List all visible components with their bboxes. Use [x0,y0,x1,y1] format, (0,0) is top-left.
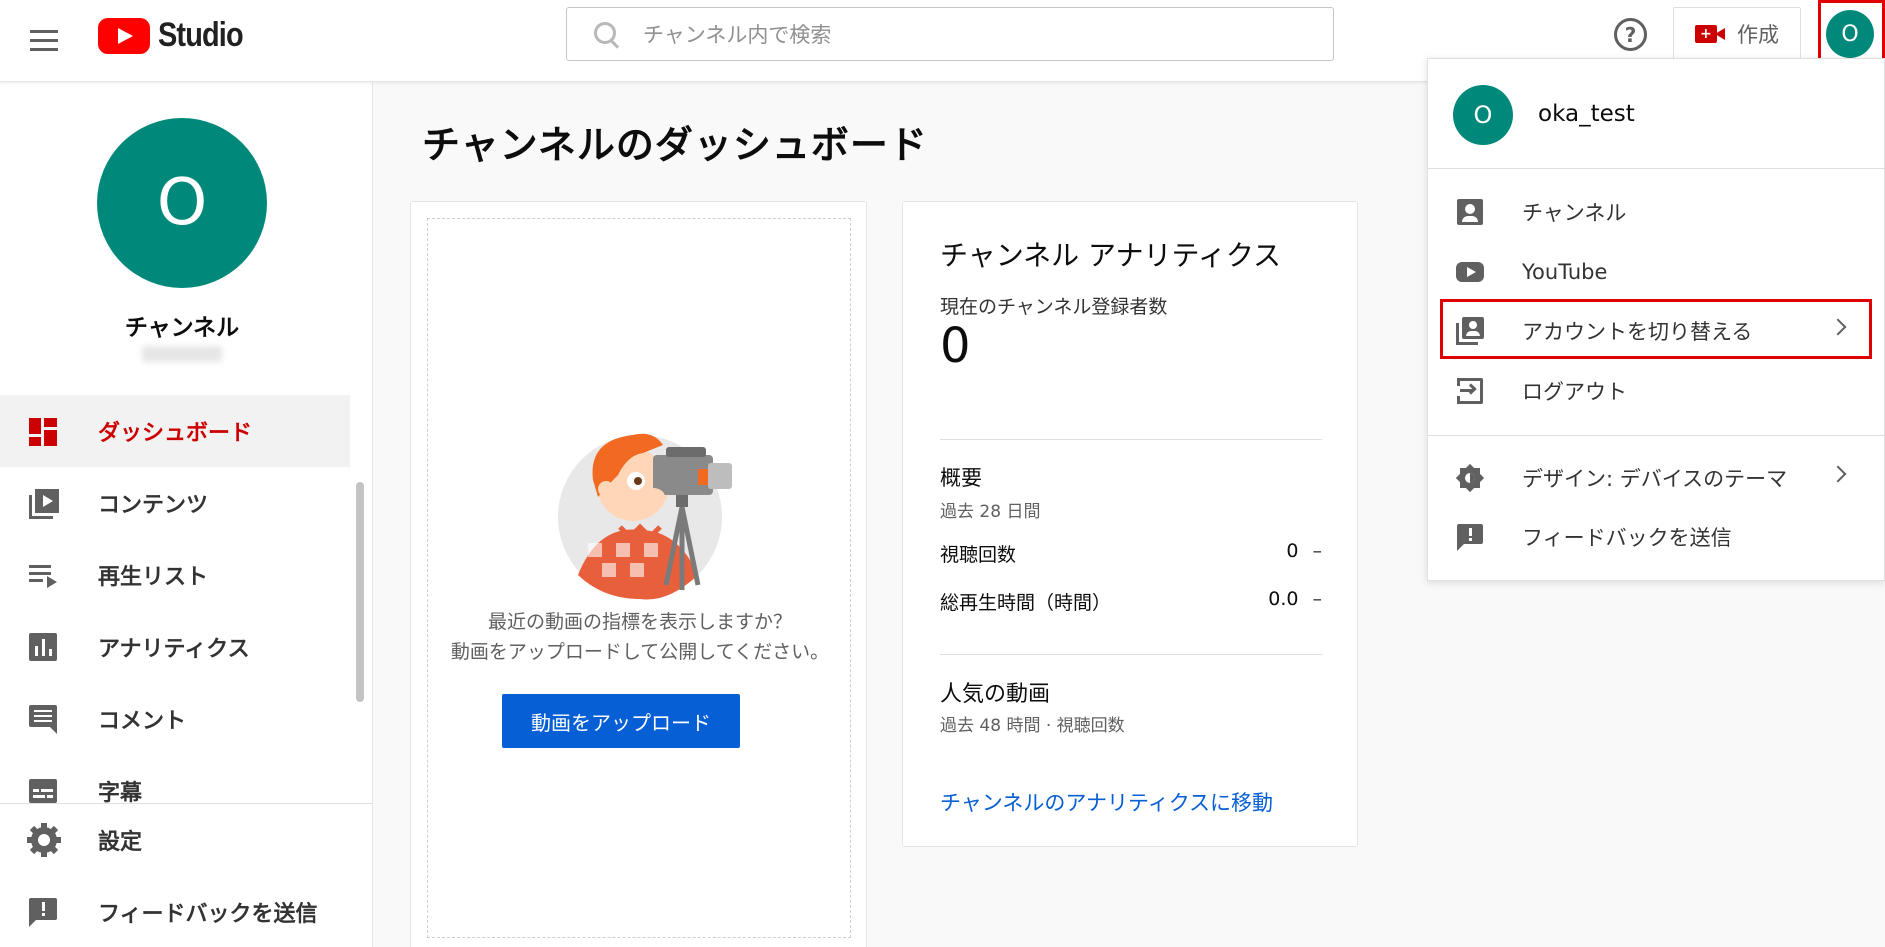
channel-analytics-card: チャンネル アナリティクス 現在のチャンネル登録者数 0 概要 過去 28 日間… [902,201,1358,847]
upload-card: 最近の動画の指標を表示しますか？ 動画をアップロードして公開してください。 [410,201,867,947]
search-input[interactable]: チャンネル内で検索 [566,7,1334,61]
upload-prompt-text: 最近の動画の指標を表示しますか？ 動画をアップロードして公開してください。 [428,607,852,667]
metric-row-views: 視聴回数 0– [940,540,1322,567]
analytics-icon [27,630,61,664]
menu-item-logout[interactable]: ログアウト [1428,361,1885,421]
playlist-icon [27,558,61,592]
comment-icon [27,702,61,736]
metric-change: – [1312,540,1323,562]
menu-item-switch-account[interactable]: アカウントを切り替える [1428,301,1885,361]
sidebar-item-comments[interactable]: コメント [0,683,350,755]
dashboard-icon [27,414,61,448]
chevron-right-icon [1829,465,1847,483]
account-box-icon [1455,197,1485,227]
metric-change: – [1312,588,1323,610]
menu-item-label: YouTube [1522,260,1608,284]
account-menu-avatar: O [1453,85,1513,145]
sidebar-item-dashboard[interactable]: ダッシュボード [0,395,350,467]
sidebar: O チャンネル ダッシュボード コンテンツ 再生リスト アナリティクス コメント… [0,82,373,947]
search-placeholder: チャンネル内で検索 [643,23,832,47]
sidebar-item-label: コンテンツ [98,493,209,518]
feedback-icon [1455,522,1485,552]
menu-item-label: アカウントを切り替える [1522,320,1753,344]
sidebar-item-feedback[interactable]: フィードバックを送信 [0,876,372,947]
chevron-right-icon [1829,318,1847,336]
menu-item-channel[interactable]: チャンネル [1428,182,1885,242]
summary-title: 概要 [940,466,982,490]
metric-row-watch-time: 総再生時間（時間） 0.0– [940,588,1322,615]
channel-avatar[interactable]: O [97,118,267,288]
sidebar-item-label: 再生リスト [98,565,209,590]
sidebar-nav: ダッシュボード コンテンツ 再生リスト アナリティクス コメント 字幕 [0,395,350,827]
logout-icon [1455,376,1485,406]
menu-item-label: フィードバックを送信 [1522,526,1732,550]
menu-item-label: デザイン: デバイスのテーマ [1522,467,1788,491]
upload-video-button[interactable]: 動画をアップロード [502,694,740,748]
videographer-illustration [558,433,732,600]
sidebar-item-settings[interactable]: 設定 [0,804,372,876]
metric-value: 0 [1286,540,1299,562]
subscribers-label: 現在のチャンネル登録者数 [940,296,1168,318]
theme-icon [1455,463,1485,493]
page-title: チャンネルのダッシュボード [422,123,928,167]
go-to-analytics-link[interactable]: チャンネルのアナリティクスに移動 [940,787,1273,817]
account-menu-user: O oka_test [1428,59,1885,169]
sidebar-item-label: 設定 [98,830,143,855]
sidebar-item-playlists[interactable]: 再生リスト [0,539,350,611]
sidebar-item-label: アナリティクス [98,637,250,662]
create-button-label: 作成 [1737,23,1779,47]
sidebar-item-label: ダッシュボード [98,421,253,446]
subscribers-value: 0 [940,318,971,374]
youtube-icon [1455,257,1485,287]
studio-logo[interactable]: Studio [98,16,258,55]
channel-handle-blurred [142,346,222,362]
feedback-icon [27,895,61,929]
upload-card-dropzone: 最近の動画の指標を表示しますか？ 動画をアップロードして公開してください。 [427,218,851,938]
metric-label: 総再生時間（時間） [940,592,1112,614]
menu-item-feedback[interactable]: フィードバックを送信 [1428,507,1885,567]
help-icon[interactable]: ? [1614,18,1647,51]
hamburger-menu-icon[interactable] [26,22,62,58]
sidebar-item-label: コメント [98,709,187,734]
youtube-play-logo-icon [98,17,150,54]
divider [940,654,1322,655]
menu-item-label: チャンネル [1522,201,1627,225]
sidebar-item-label: フィードバックを送信 [98,902,318,927]
menu-item-youtube[interactable]: YouTube [1428,242,1885,302]
menu-item-theme[interactable]: デザイン: デバイスのテーマ [1428,448,1885,508]
metric-label: 視聴回数 [940,544,1017,566]
summary-period: 過去 28 日間 [940,502,1041,522]
account-menu-username: oka_test [1538,101,1635,127]
menu-divider [1428,435,1885,436]
create-video-icon: + [1695,25,1725,43]
sidebar-item-analytics[interactable]: アナリティクス [0,611,350,683]
switch-account-icon [1455,316,1485,346]
search-icon [591,19,621,49]
upload-prompt-line1: 最近の動画の指標を表示しますか？ [487,611,792,633]
account-avatar-button[interactable]: O [1826,10,1874,58]
divider [940,439,1322,440]
analytics-card-title: チャンネル アナリティクス [940,239,1281,272]
sidebar-scrollbar[interactable] [356,482,364,702]
create-button[interactable]: + 作成 [1673,7,1801,61]
metric-value: 0.0 [1268,588,1299,610]
upload-prompt-line2: 動画をアップロードして公開してください。 [450,641,830,663]
logo-text: Studio [158,16,244,54]
popular-videos-title: 人気の動画 [940,682,1051,707]
content-icon [27,486,61,520]
popular-videos-period: 過去 48 時間 · 視聴回数 [940,716,1125,736]
menu-item-label: ログアウト [1522,380,1627,404]
sidebar-item-content[interactable]: コンテンツ [0,467,350,539]
gear-icon [27,823,61,857]
sidebar-bottom: 設定 フィードバックを送信 [0,803,372,947]
account-menu: O oka_test チャンネル YouTube アカウントを切り替える ログア… [1427,58,1885,581]
channel-title: チャンネル [124,315,240,341]
